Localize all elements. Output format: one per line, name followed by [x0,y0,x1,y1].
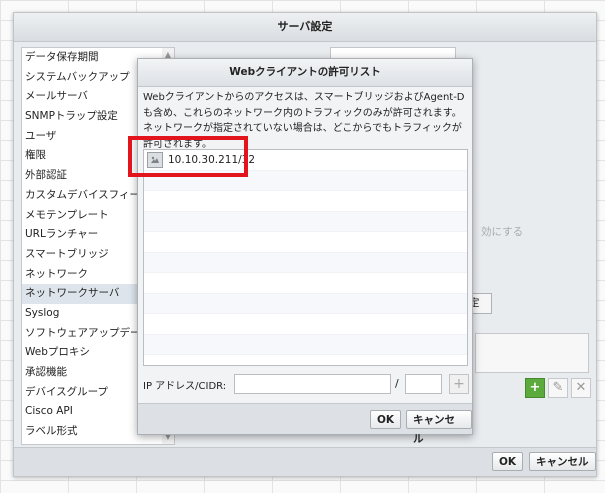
ip-entry-row: IP アドレス/CIDR: / + [143,374,469,394]
empty-row [144,355,467,365]
overlay-footer: OK キャンセル [138,403,472,445]
empty-row [144,334,467,355]
overlay-cancel-button[interactable]: キャンセル [406,410,472,445]
ip-address-input[interactable] [234,374,391,394]
ok-button[interactable]: OK [492,452,524,471]
list-toolbar: + ✎ ✕ [525,378,594,398]
empty-row [144,273,467,294]
empty-row [144,232,467,253]
dialog-title: サーバ設定 [14,13,596,42]
plus-icon[interactable]: + [449,374,469,394]
x-icon[interactable]: ✕ [571,378,591,398]
empty-row [144,211,467,232]
overlay-title: Webクライアントの許可リスト [138,59,472,87]
cidr-separator: / [395,377,399,390]
plus-icon[interactable]: + [525,378,545,398]
web-client-allowlist-dialog: Webクライアントの許可リスト Webクライアントからのアクセスは、スマートブリ… [137,58,473,445]
allowlist-table: 10.10.30.211/32 [143,149,468,366]
empty-row [144,314,467,335]
disable-option-label: 効にする [481,226,524,238]
list-panel [475,333,589,373]
empty-row [144,191,467,212]
cancel-button[interactable]: キャンセル [529,452,596,471]
dialog-footer: OK キャンセル [14,447,596,476]
empty-row [144,293,467,314]
overlay-ok-button[interactable]: OK [370,410,402,429]
pencil-icon[interactable]: ✎ [548,378,568,398]
empty-row [144,252,467,273]
ip-cidr-label: IP アドレス/CIDR: [143,381,227,392]
cidr-input[interactable] [405,374,442,394]
red-highlight-box [128,136,248,177]
